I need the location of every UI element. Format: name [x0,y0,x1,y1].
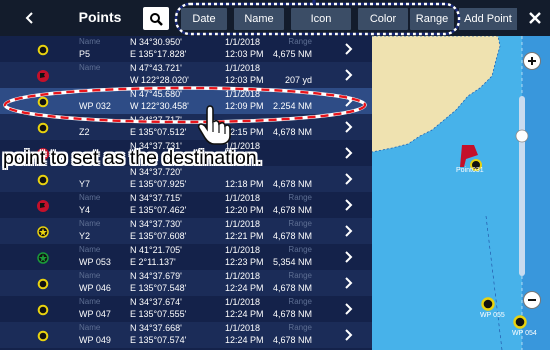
pointer-hand-icon [197,105,231,145]
instruction-callout: point to set as the destination. [3,147,263,169]
selected-row-callout [3,86,367,124]
